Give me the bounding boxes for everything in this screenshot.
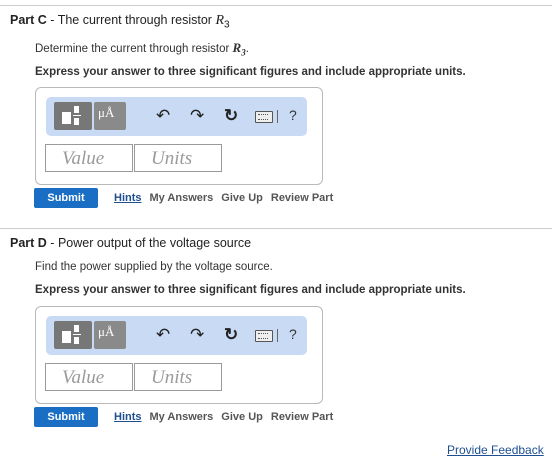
part-c-hints-link[interactable]: Hints [114, 192, 142, 204]
part-c-instruction: Express your answer to three significant… [35, 66, 466, 78]
reset-icon[interactable]: ↻ [224, 106, 238, 126]
fraction-template-icon [62, 325, 84, 345]
part-d-equation-toolbar: μÅ ↶ ↷ ↻ ? [46, 316, 307, 355]
part-c-give-up-link[interactable]: Give Up [221, 192, 263, 204]
fraction-template-button[interactable] [54, 321, 92, 349]
help-icon[interactable]: ? [289, 326, 297, 342]
units-template-icon: μÅ [98, 105, 115, 120]
part-d-review-part-link[interactable]: Review Part [271, 411, 333, 423]
toolbar-separator [277, 110, 278, 123]
part-c-answer-box: μÅ ↶ ↷ ↻ ? Value Units [35, 87, 323, 185]
part-c-title: Part C - The current through resistor R3 [10, 13, 230, 31]
part-c-value-input[interactable]: Value [45, 144, 133, 172]
part-c-my-answers-link[interactable]: My Answers [150, 192, 214, 204]
part-c-submit-button[interactable]: Submit [34, 188, 98, 208]
part-d-submit-button[interactable]: Submit [34, 407, 98, 427]
part-d-instruction: Express your answer to three significant… [35, 284, 466, 296]
part-d-top-divider [0, 228, 552, 229]
provide-feedback-link[interactable]: Provide Feedback [447, 443, 544, 457]
part-c-top-divider [0, 5, 552, 6]
part-c-units-input[interactable]: Units [134, 144, 222, 172]
help-icon[interactable]: ? [289, 107, 297, 123]
part-d-links: Hints My Answers Give Up Review Part [114, 411, 341, 423]
part-d-hints-link[interactable]: Hints [114, 411, 142, 423]
fraction-template-icon [62, 106, 84, 126]
units-template-button[interactable]: μÅ [94, 321, 126, 349]
redo-icon[interactable]: ↷ [190, 325, 204, 345]
toolbar-separator [277, 329, 278, 342]
keyboard-icon[interactable] [255, 330, 273, 342]
part-d-title: Part D - Power output of the voltage sou… [10, 236, 252, 250]
keyboard-icon[interactable] [255, 111, 273, 123]
reset-icon[interactable]: ↻ [224, 325, 238, 345]
part-d-value-input[interactable]: Value [45, 363, 133, 391]
undo-icon[interactable]: ↶ [156, 325, 170, 345]
units-template-button[interactable]: μÅ [94, 102, 126, 130]
undo-icon[interactable]: ↶ [156, 106, 170, 126]
part-c-equation-toolbar: μÅ ↶ ↷ ↻ ? [46, 97, 307, 136]
part-c-prompt: Determine the current through resistor R… [35, 40, 249, 58]
fraction-template-button[interactable] [54, 102, 92, 130]
units-template-icon: μÅ [98, 324, 115, 339]
part-d-my-answers-link[interactable]: My Answers [150, 411, 214, 423]
part-c-review-part-link[interactable]: Review Part [271, 192, 333, 204]
part-c-links: Hints My Answers Give Up Review Part [114, 192, 341, 204]
part-d-units-input[interactable]: Units [134, 363, 222, 391]
part-d-prompt: Find the power supplied by the voltage s… [35, 261, 273, 273]
redo-icon[interactable]: ↷ [190, 106, 204, 126]
part-d-answer-box: μÅ ↶ ↷ ↻ ? Value Units [35, 306, 323, 404]
part-d-give-up-link[interactable]: Give Up [221, 411, 263, 423]
